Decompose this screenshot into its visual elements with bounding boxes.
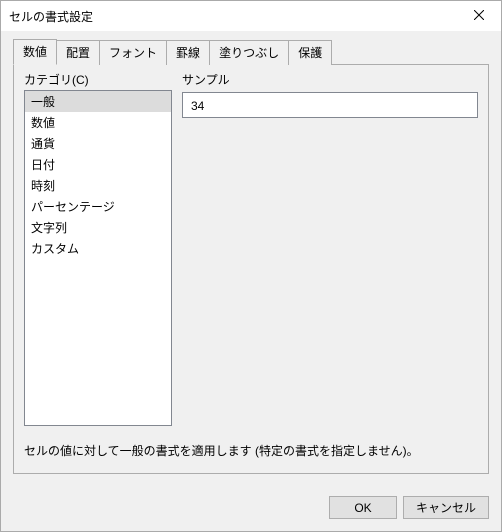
ok-button[interactable]: OK bbox=[329, 496, 397, 519]
tab-3[interactable]: 罫線 bbox=[166, 40, 210, 65]
category-item[interactable]: 時刻 bbox=[25, 175, 171, 196]
title-bar: セルの書式設定 bbox=[1, 1, 501, 31]
category-item[interactable]: 数値 bbox=[25, 112, 171, 133]
category-item[interactable]: 一般 bbox=[25, 91, 171, 112]
tab-panel-number: カテゴリ(C) 一般数値通貨日付時刻パーセンテージ文字列カスタム サンプル 34… bbox=[13, 64, 489, 474]
tab-2[interactable]: フォント bbox=[99, 40, 167, 65]
cancel-button[interactable]: キャンセル bbox=[403, 496, 489, 519]
category-label: カテゴリ(C) bbox=[24, 71, 172, 88]
tab-0[interactable]: 数値 bbox=[13, 39, 57, 65]
category-item[interactable]: 日付 bbox=[25, 154, 171, 175]
category-item[interactable]: カスタム bbox=[25, 238, 171, 259]
sample-label: サンプル bbox=[182, 71, 478, 88]
category-item[interactable]: 通貨 bbox=[25, 133, 171, 154]
dialog-footer: OK キャンセル bbox=[1, 486, 501, 531]
panel-upper: カテゴリ(C) 一般数値通貨日付時刻パーセンテージ文字列カスタム サンプル 34 bbox=[24, 71, 478, 426]
dialog-body: 数値配置フォント罫線塗りつぶし保護 カテゴリ(C) 一般数値通貨日付時刻パーセン… bbox=[1, 31, 501, 486]
sample-column: サンプル 34 bbox=[182, 71, 478, 426]
tab-5[interactable]: 保護 bbox=[288, 40, 332, 65]
category-item[interactable]: 文字列 bbox=[25, 217, 171, 238]
close-icon bbox=[474, 9, 484, 23]
category-listbox[interactable]: 一般数値通貨日付時刻パーセンテージ文字列カスタム bbox=[24, 90, 172, 426]
category-column: カテゴリ(C) 一般数値通貨日付時刻パーセンテージ文字列カスタム bbox=[24, 71, 172, 426]
dialog-window: セルの書式設定 数値配置フォント罫線塗りつぶし保護 カテゴリ(C) 一般数値通貨… bbox=[0, 0, 502, 532]
sample-value: 34 bbox=[182, 92, 478, 118]
format-description: セルの値に対して一般の書式を適用します (特定の書式を指定しません)。 bbox=[24, 442, 478, 459]
window-title: セルの書式設定 bbox=[9, 8, 456, 25]
tab-1[interactable]: 配置 bbox=[56, 40, 100, 65]
tabs-row: 数値配置フォント罫線塗りつぶし保護 bbox=[13, 39, 489, 64]
close-button[interactable] bbox=[456, 2, 501, 31]
category-item[interactable]: パーセンテージ bbox=[25, 196, 171, 217]
tab-4[interactable]: 塗りつぶし bbox=[209, 40, 289, 65]
